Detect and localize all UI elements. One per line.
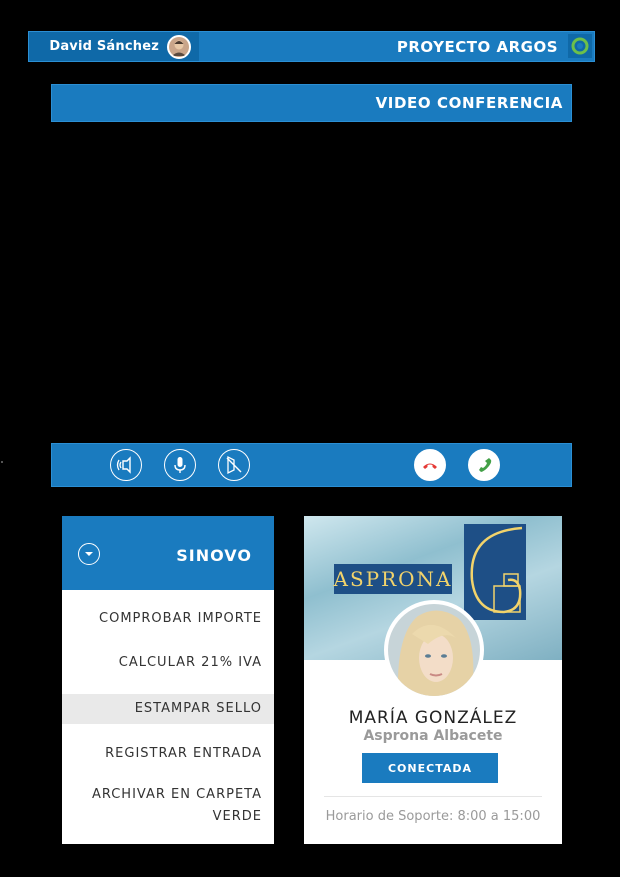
menu-item-comprobar-importe[interactable]: COMPROBAR IMPORTE — [62, 608, 274, 630]
contact-company: Asprona Albacete — [363, 728, 503, 744]
hang-up-button[interactable] — [414, 449, 446, 481]
video-feed[interactable] — [51, 122, 572, 442]
card-divider — [324, 796, 542, 797]
contact-avatar[interactable] — [384, 600, 484, 700]
golden-spiral-logo — [464, 524, 526, 620]
call-controls-bar — [51, 443, 572, 487]
menu-item-archivar-carpeta-verde[interactable]: ARCHIVAR EN CARPETA VERDE — [62, 784, 274, 828]
speaker-icon — [116, 456, 131, 474]
menu-toggle-button[interactable] — [78, 543, 100, 565]
user-avatar[interactable] — [167, 34, 191, 59]
video-conference-header: VIDEO CONFERENCIA — [51, 84, 572, 122]
asprona-logo: ASPRONA — [334, 564, 452, 594]
project-title: PROYECTO ARGOS — [396, 38, 558, 56]
menu-item-registrar-entrada[interactable]: REGISTRAR ENTRADA — [62, 743, 274, 765]
microphone-icon — [174, 457, 186, 473]
video-off-icon — [226, 455, 242, 475]
video-conference-title: VIDEO CONFERENCIA — [375, 94, 563, 112]
contact-card: ASPRONA MARÍA GONZÁLEZ Asprona Albacete … — [304, 516, 562, 844]
answer-call-icon — [479, 458, 492, 472]
contact-portrait-icon — [388, 604, 480, 696]
chevron-down-icon — [85, 552, 93, 556]
support-hours: Horario de Soporte: 8:00 a 15:00 — [325, 809, 541, 824]
speaker-button[interactable] — [110, 449, 142, 481]
avatar-face-icon — [169, 36, 189, 57]
stray-pixel — [1, 461, 3, 463]
connection-status-button[interactable]: CONECTADA — [362, 753, 498, 783]
menu-item-calcular-iva[interactable]: CALCULAR 21% IVA — [62, 652, 274, 674]
menu-title: SINOVO — [176, 546, 252, 565]
asprona-logo-text: ASPRONA — [333, 567, 453, 591]
answer-call-button[interactable] — [468, 449, 500, 481]
video-toggle-button[interactable] — [218, 449, 250, 481]
menu-header[interactable]: SINOVO — [62, 516, 274, 590]
app-logo — [568, 34, 592, 58]
actions-menu: SINOVO COMPROBAR IMPORTE CALCULAR 21% IV… — [62, 516, 274, 844]
user-profile[interactable]: David Sánchez — [29, 32, 199, 61]
contact-name: MARÍA GONZÁLEZ — [348, 708, 518, 728]
hang-up-icon — [423, 463, 437, 469]
golden-spiral-icon — [464, 524, 526, 620]
menu-item-estampar-sello[interactable]: ESTAMPAR SELLO — [62, 694, 274, 724]
user-name: David Sánchez — [49, 39, 159, 54]
top-bar: David Sánchez PROYECTO ARGOS — [28, 31, 595, 62]
app-logo-icon — [571, 37, 589, 55]
microphone-button[interactable] — [164, 449, 196, 481]
